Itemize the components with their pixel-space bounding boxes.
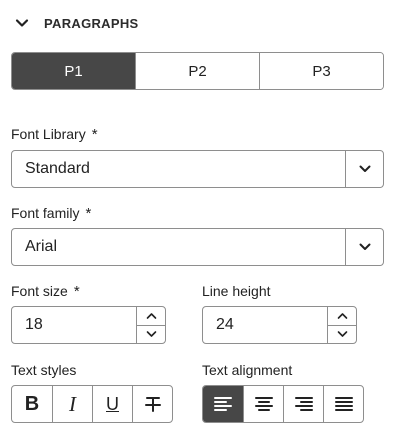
text-styles-group: B I U [11, 385, 173, 423]
required-mark: * [91, 125, 98, 143]
font-size-stepper-arrows [136, 307, 165, 343]
italic-icon: I [69, 391, 76, 416]
line-height-stepper[interactable]: 24 [202, 306, 357, 344]
font-library-select[interactable]: Standard [11, 150, 384, 188]
font-family-value: Arial [25, 238, 58, 255]
line-height-increment-button[interactable] [328, 307, 356, 325]
font-size-stepper[interactable]: 18 [11, 306, 166, 344]
text-styles-label-text: Text styles [11, 362, 77, 378]
align-justify-button[interactable] [323, 386, 363, 422]
chevron-down-icon [359, 165, 370, 172]
bold-icon: B [24, 393, 40, 415]
font-size-value[interactable]: 18 [12, 307, 136, 343]
text-alignment-group [202, 385, 364, 423]
font-family-label-text: Font family [11, 205, 80, 221]
font-size-label: Font size * [11, 281, 80, 301]
chevron-up-icon [337, 312, 347, 319]
paragraph-tabs: P1 P2 P3 [11, 52, 384, 90]
font-library-value: Standard [25, 160, 90, 177]
line-height-label-text: Line height [202, 283, 271, 299]
italic-button[interactable]: I [52, 386, 92, 422]
chevron-down-icon [146, 331, 156, 338]
align-justify-icon [334, 397, 353, 411]
paragraphs-section-toggle[interactable]: PARAGRAPHS [14, 12, 139, 34]
line-height-decrement-button[interactable] [328, 324, 356, 344]
chevron-down-icon [359, 243, 370, 250]
font-family-label: Font family * [11, 203, 91, 223]
align-right-icon [294, 397, 313, 411]
font-library-label: Font Library * [11, 124, 98, 144]
font-family-select[interactable]: Arial [11, 228, 384, 266]
tab-p3[interactable]: P3 [259, 53, 383, 89]
text-alignment-label-text: Text alignment [202, 362, 293, 378]
font-size-label-text: Font size [11, 283, 68, 299]
required-mark: * [85, 204, 92, 222]
section-title: PARAGRAPHS [44, 15, 139, 31]
align-left-button[interactable] [203, 386, 243, 422]
text-styles-label: Text styles [11, 360, 76, 380]
align-right-button[interactable] [283, 386, 323, 422]
chevron-down-icon [15, 19, 29, 27]
line-height-label: Line height [202, 281, 271, 301]
font-library-label-text: Font Library [11, 126, 86, 142]
tab-p1[interactable]: P1 [12, 53, 135, 89]
line-height-value[interactable]: 24 [203, 307, 327, 343]
text-alignment-label: Text alignment [202, 360, 292, 380]
chevron-down-icon [337, 331, 347, 338]
strikethrough-icon [144, 397, 161, 412]
align-center-button[interactable] [243, 386, 283, 422]
font-size-increment-button[interactable] [137, 307, 165, 325]
chevron-up-icon [146, 312, 156, 319]
font-family-dropdown-button[interactable] [345, 229, 383, 265]
bold-button[interactable]: B [12, 386, 52, 422]
font-size-decrement-button[interactable] [137, 324, 165, 344]
required-mark: * [73, 282, 80, 300]
tab-p2[interactable]: P2 [135, 53, 259, 89]
underline-button[interactable]: U [92, 386, 132, 422]
align-center-icon [254, 397, 273, 411]
line-height-stepper-arrows [327, 307, 356, 343]
strikethrough-button[interactable] [132, 386, 172, 422]
align-left-icon [214, 397, 232, 411]
underline-icon: U [106, 394, 119, 414]
font-library-dropdown-button[interactable] [345, 151, 383, 187]
